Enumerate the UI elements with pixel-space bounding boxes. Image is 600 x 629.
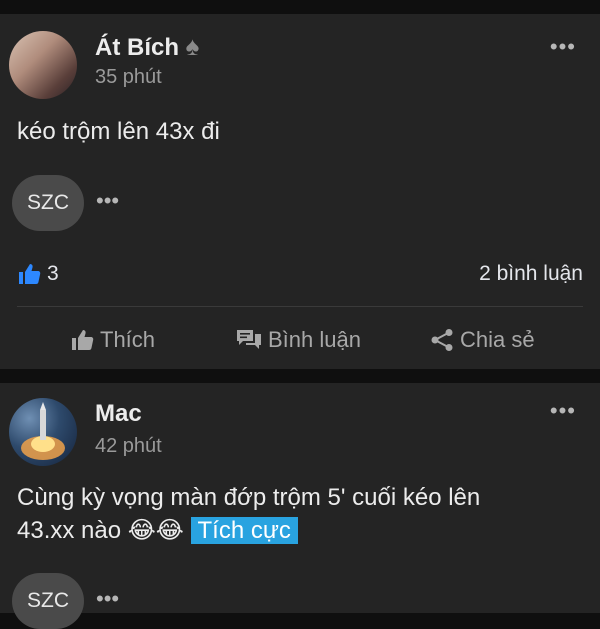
stock-tag-chip[interactable]: SZC (12, 175, 84, 231)
post-time: 35 phút (95, 66, 162, 88)
divider (17, 306, 583, 307)
avatar[interactable] (9, 31, 77, 99)
like-summary[interactable]: 3 (17, 262, 59, 286)
spade-badge-icon: ♠ (185, 31, 200, 61)
laughing-emoji-icon: 😂😂 (127, 517, 184, 544)
author-name[interactable]: Át Bích ♠ (95, 31, 199, 62)
post-card: Át Bích ♠ 35 phút ••• kéo trộm lên 43x đ… (0, 14, 600, 369)
comment-button[interactable]: Bình luận (236, 327, 361, 353)
like-label: Thích (100, 327, 156, 352)
comment-count[interactable]: 2 bình luận (479, 262, 583, 286)
more-options-icon[interactable]: ••• (550, 400, 576, 422)
sentiment-tag[interactable]: Tích cực (190, 517, 298, 544)
post-content-line: 43.xx nào (17, 517, 122, 544)
author-name[interactable]: Mac (95, 400, 142, 428)
post-content: Cùng kỳ vọng màn đớp trộm 5' cuối kéo lê… (17, 481, 587, 547)
thumbs-up-icon (70, 329, 94, 351)
action-bar: Thích Bình luận Chia sẻ (0, 321, 600, 369)
comment-label: Bình luận (268, 327, 361, 352)
post-card: Mac 42 phút ••• Cùng kỳ vọng màn đớp trộ… (0, 383, 600, 629)
stock-tag-chip[interactable]: SZC (12, 573, 84, 629)
post-time: 42 phút (95, 435, 162, 457)
comment-icon (236, 329, 262, 351)
post-content: kéo trộm lên 43x đi (17, 118, 220, 145)
post-content-line: Cùng kỳ vọng màn đớp trộm 5' cuối kéo lê… (17, 484, 481, 511)
more-tags-icon[interactable]: ••• (96, 588, 119, 610)
share-button[interactable]: Chia sẻ (430, 327, 535, 353)
more-options-icon[interactable]: ••• (550, 36, 576, 58)
rocket-launch-image (21, 402, 65, 460)
avatar[interactable] (9, 398, 77, 466)
share-icon (430, 328, 454, 352)
author-name-text[interactable]: Át Bích (95, 34, 179, 61)
like-button[interactable]: Thích (70, 327, 155, 353)
thumbs-up-icon (17, 263, 41, 285)
like-count-text: 3 (47, 262, 59, 285)
more-tags-icon[interactable]: ••• (96, 190, 119, 212)
share-label: Chia sẻ (460, 327, 535, 352)
